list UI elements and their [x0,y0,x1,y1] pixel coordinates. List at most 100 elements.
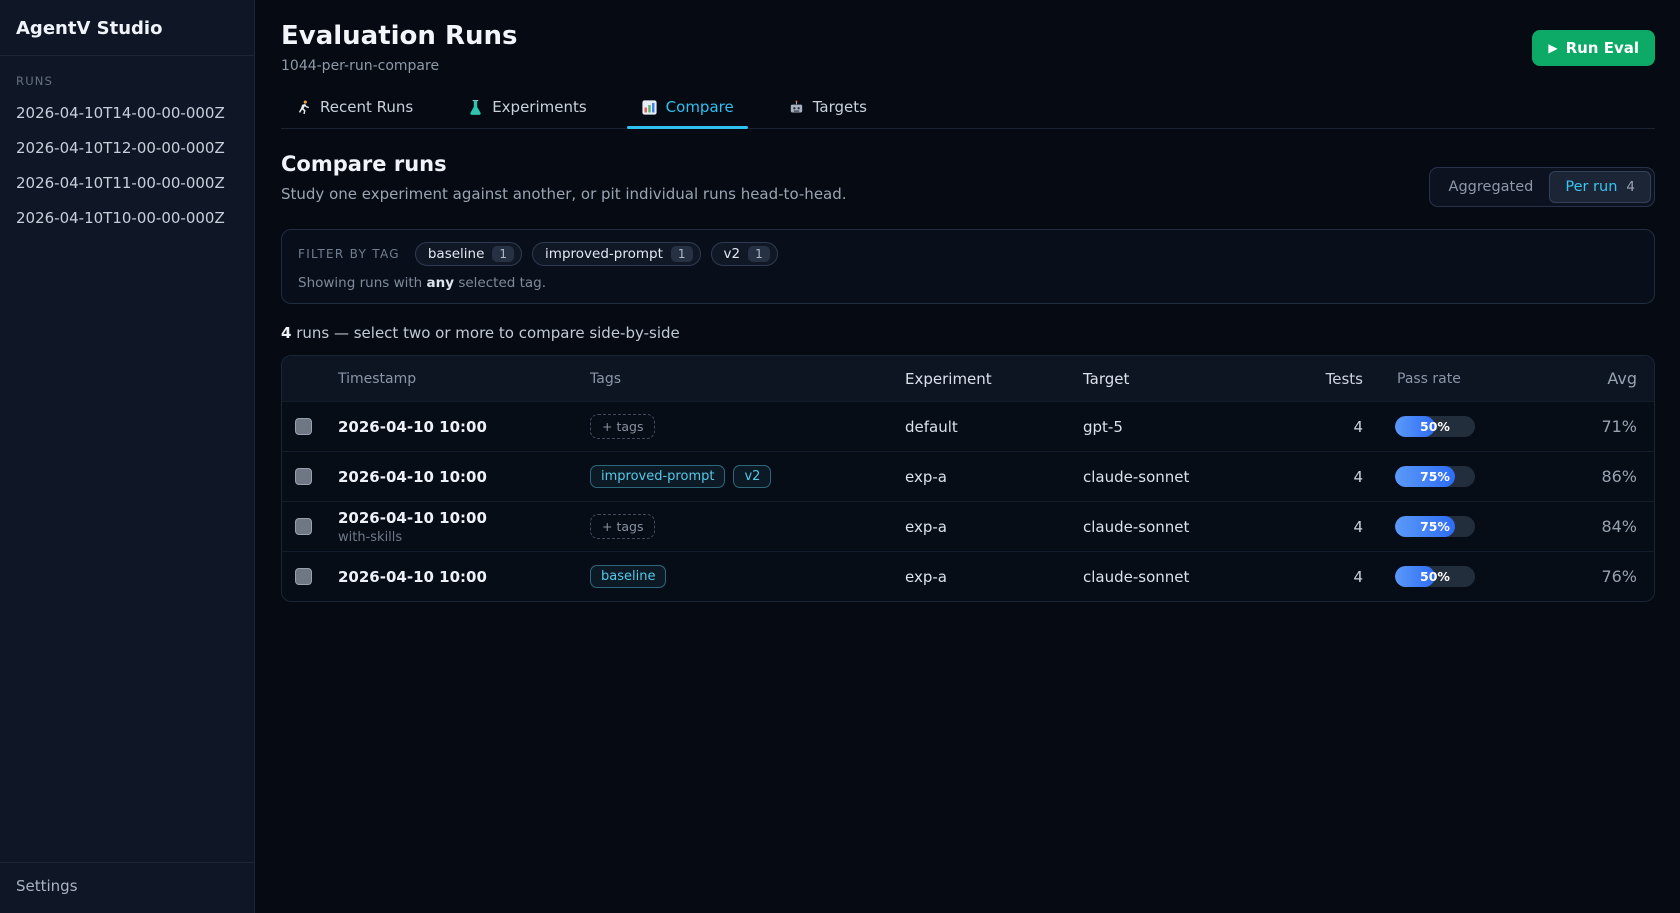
tags-cell: + tags [580,514,895,539]
target-cell: claude-sonnet [1073,518,1233,536]
run-eval-button[interactable]: ▶ Run Eval [1532,30,1655,66]
tags-cell: + tags [580,414,895,439]
sidebar-run-item[interactable]: 2026-04-10T10-00-00-000Z [16,209,238,227]
filter-chips: baseline 1 improved-prompt1 v2 1 [415,242,778,266]
tab-label: Compare [666,98,734,116]
tests-cell: 4 [1233,418,1363,436]
filter-tag-name: baseline [428,246,485,262]
runs-summary-text: runs — select two or more to compare sid… [291,324,679,342]
pass-rate-cell: 50% [1363,566,1533,587]
row-checkbox-cell [282,418,330,435]
tab-compare[interactable]: Compare [627,98,748,128]
run-timestamp: 2026-04-10 10:00 [338,568,580,586]
toggle-selected-count: 4 [1626,179,1635,195]
filter-tag-baseline[interactable]: baseline 1 [415,242,522,266]
runs-table: TimestampTagsExperimentTargetTestsPass r… [281,355,1655,602]
avg-cell: 71% [1533,417,1654,436]
table-body: 2026-04-10 10:00+ tagsdefaultgpt-5450%71… [282,401,1654,601]
pass-rate-cell: 50% [1363,416,1533,437]
filter-note-prefix: Showing runs with [298,275,427,291]
page-header: Evaluation Runs 1044-per-run-compare ▶ R… [281,20,1655,74]
row-checkbox-cell [282,568,330,585]
pass-rate-pill: 50% [1395,416,1475,437]
app-title: AgentV Studio [0,0,254,56]
filter-note: Showing runs with any selected tag. [298,275,1638,291]
row-checkbox[interactable] [295,518,312,535]
filter-tag-count: 1 [748,246,770,262]
compare-section-header: Compare runs Study one experiment agains… [281,151,1655,207]
target-cell: claude-sonnet [1073,468,1233,486]
compare-description: Study one experiment against another, or… [281,184,847,204]
add-tags-button[interactable]: + tags [590,414,655,439]
filter-tag-improved-prompt[interactable]: improved-prompt1 [532,242,700,266]
timestamp-cell: 2026-04-10 10:00 [330,568,580,586]
robot-icon [788,99,805,116]
bar-chart-icon [641,99,658,116]
sidebar-run-item[interactable]: 2026-04-10T14-00-00-000Z [16,104,238,122]
column-header-timestamp: Timestamp [330,371,580,387]
run-timestamp: 2026-04-10 10:00 [338,509,580,527]
table-row[interactable]: 2026-04-10 10:00baselineexp-aclaude-sonn… [282,551,1654,601]
experiment-cell: default [895,418,1073,436]
avg-cell: 84% [1533,517,1654,536]
timestamp-cell: 2026-04-10 10:00 with-skills [330,509,580,545]
toggle-option-aggregated[interactable]: Aggregated [1433,171,1550,203]
runs-section-label: RUNS [16,74,238,88]
tag-chip-v2[interactable]: v2 [733,465,771,488]
filter-tag-v2[interactable]: v2 1 [711,242,778,266]
sidebar-run-item[interactable]: 2026-04-10T12-00-00-000Z [16,139,238,157]
tab-recent-runs[interactable]: Recent Runs [281,98,427,128]
row-checkbox-cell [282,518,330,535]
toggle-option-per-run[interactable]: Per run 4 [1549,171,1651,203]
timestamp-cell: 2026-04-10 10:00 [330,468,580,486]
toggle-option-label: Per run [1565,179,1617,195]
row-checkbox-cell [282,468,330,485]
target-cell: claude-sonnet [1073,568,1233,586]
run-eval-label: Run Eval [1566,39,1639,57]
target-cell: gpt-5 [1073,418,1233,436]
table-row[interactable]: 2026-04-10 10:00 + tags defaultgpt-54 50% 71… [282,401,1654,451]
add-tags-button[interactable]: + tags [590,514,655,539]
run-timestamp: 2026-04-10 10:00 [338,468,580,486]
pass-rate-label: 75% [1395,516,1475,537]
main-content: Evaluation Runs 1044-per-run-compare ▶ R… [255,0,1680,913]
tab-targets[interactable]: Targets [774,98,881,128]
pass-rate-pill: 50% [1395,566,1475,587]
row-checkbox[interactable] [295,468,312,485]
row-checkbox[interactable] [295,568,312,585]
sidebar-item-settings[interactable]: Settings [0,862,254,913]
page-title-block: Evaluation Runs 1044-per-run-compare [281,20,518,74]
tests-cell: 4 [1233,518,1363,536]
tags-cell: improved-prompt v2 [580,465,895,488]
sidebar-run-item[interactable]: 2026-04-10T11-00-00-000Z [16,174,238,192]
table-row[interactable]: 2026-04-10 10:00 improved-prompt v2 exp-acl… [282,451,1654,501]
compare-heading-block: Compare runs Study one experiment agains… [281,151,847,204]
compare-heading: Compare runs [281,151,847,177]
column-header-avg: Avg [1533,369,1654,388]
table-row[interactable]: 2026-04-10 10:00 with-skills + tags exp-acl… [282,501,1654,551]
filter-tag-count: 1 [492,246,514,262]
pass-rate-label: 50% [1395,566,1475,587]
filter-tag-name: v2 [724,246,741,262]
column-header-experiment: Experiment [895,370,1073,388]
page-subtitle: 1044-per-run-compare [281,58,518,74]
tab-label: Recent Runs [320,98,413,116]
column-header-target: Target [1073,370,1233,388]
test-tube-icon [467,99,484,116]
run-subtitle: with-skills [338,530,580,545]
avg-cell: 76% [1533,567,1654,586]
tag-chip-improved-prompt[interactable]: improved-prompt [590,465,725,488]
sidebar: AgentV Studio RUNS 2026-04-10T14-00-00-0… [0,0,255,913]
column-header-pass-rate: Pass rate [1363,371,1533,387]
filter-by-tag-panel: FILTER BY TAG baseline1improved-prompt1v… [281,229,1655,304]
pass-rate-cell: 75% [1363,466,1533,487]
experiment-cell: exp-a [895,518,1073,536]
tag-chip-baseline[interactable]: baseline [590,565,666,588]
experiment-cell: exp-a [895,468,1073,486]
runner-icon [295,99,312,116]
tab-label: Targets [813,98,867,116]
row-checkbox[interactable] [295,418,312,435]
page-title: Evaluation Runs [281,20,518,52]
run-timestamp: 2026-04-10 10:00 [338,418,580,436]
tab-experiments[interactable]: Experiments [453,98,600,128]
